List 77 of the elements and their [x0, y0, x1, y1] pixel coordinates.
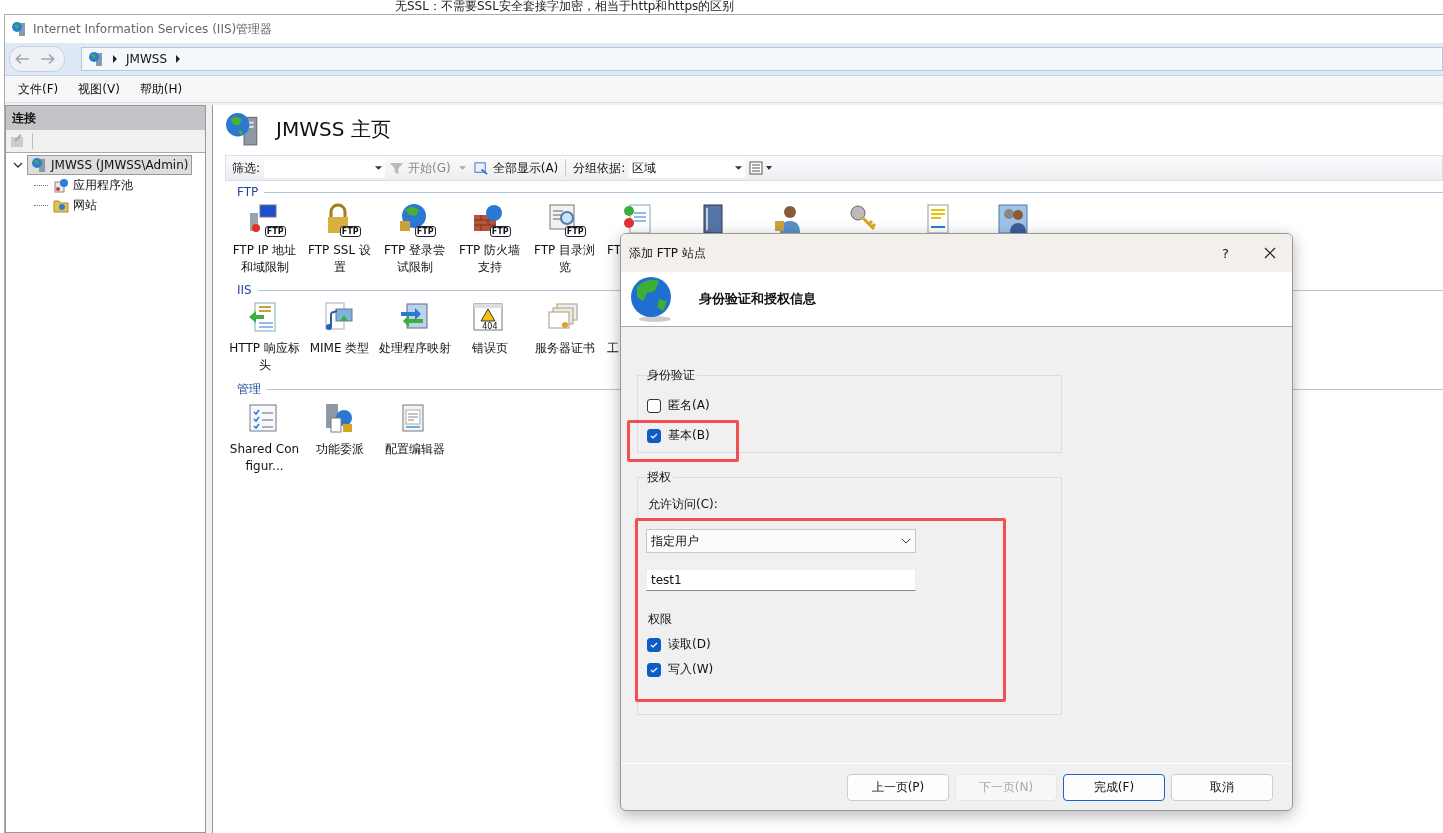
window-title: Internet Information Services (IIS)管理器 [33, 20, 273, 38]
feature-label[interactable]: Shared Configur... [228, 441, 301, 475]
chevron-down-icon[interactable] [901, 538, 911, 544]
group-label: 身份验证 [646, 367, 696, 384]
tree-item[interactable]: 网站 [50, 195, 100, 215]
tree-item[interactable]: JMWSS (JMWSS\Admin) [27, 155, 193, 175]
icon-caption: FTP [564, 226, 586, 237]
icon-caption: FTP [339, 226, 361, 237]
feature-label[interactable]: 处理程序映射 [378, 340, 451, 357]
filter-label: 筛选: [232, 159, 261, 177]
checkbox[interactable] [647, 398, 661, 413]
feature-label[interactable]: HTTP 响应标头 [228, 340, 301, 374]
feature-label[interactable]: 服务器证书 [528, 340, 601, 357]
folder-icon [53, 197, 69, 213]
feature-label[interactable]: 错误页 [453, 340, 526, 357]
checkbox-label[interactable]: 匿名(A) [668, 397, 710, 414]
dialog-button[interactable]: 上一页(P) [847, 773, 949, 801]
feature-label[interactable]: FTP IP 地址和域限制 [228, 242, 301, 276]
breadcrumb[interactable]: JMWSS [126, 52, 167, 66]
dropdown-arrow-icon[interactable] [735, 166, 743, 170]
view-icon[interactable] [749, 161, 774, 175]
server-icon [88, 51, 104, 67]
dropdown-arrow-icon[interactable] [375, 166, 383, 170]
server-icon [11, 21, 27, 37]
warning-icon[interactable] [471, 301, 504, 333]
menu-item[interactable]: 文件(F) [18, 80, 59, 98]
checkbox[interactable] [647, 662, 661, 677]
group-heading: IIS [237, 283, 252, 297]
feature-label[interactable]: FTP 登录尝试限制 [378, 242, 451, 276]
menu-item[interactable]: 视图(V) [78, 80, 120, 98]
group-by-select[interactable]: 区域 [629, 158, 746, 178]
icon-caption: FTP [414, 226, 436, 237]
panel-header: 连接 [6, 106, 205, 130]
filter-field[interactable] [264, 158, 386, 178]
checkbox[interactable] [647, 428, 661, 443]
expand-chevron-icon[interactable] [13, 160, 23, 170]
show-all-icon[interactable] [473, 160, 489, 176]
chevron-icon [112, 55, 118, 63]
field-label: 允许访问(C): [648, 496, 719, 513]
access-select[interactable]: 指定用户 [646, 529, 916, 553]
chevron-icon [175, 55, 181, 63]
dialog-button[interactable]: 完成(F) [1063, 773, 1165, 801]
icon-caption: FTP [489, 226, 511, 237]
icon-caption: FTP [264, 226, 286, 237]
page-title: JMWSS 主页 [276, 115, 391, 143]
group-label: 授权 [646, 469, 672, 486]
field-label: 权限 [647, 611, 673, 628]
feature-label[interactable]: FTP 目录浏览 [528, 242, 601, 276]
user-field[interactable]: test1 [646, 569, 916, 591]
dialog-title: 添加 FTP 站点 [629, 244, 707, 262]
group-heading: 管理 [237, 381, 261, 398]
feature-label[interactable]: MIME 类型 [303, 340, 376, 357]
checkbox-label[interactable]: 读取(D) [668, 636, 711, 653]
document-icon[interactable] [621, 203, 654, 235]
icon-caption: 404 [481, 322, 499, 331]
tree-item[interactable]: 应用程序池 [50, 175, 136, 195]
dialog-heading: 身份验证和授权信息 [699, 290, 816, 308]
feature-label[interactable]: FTP 防火墙支持 [453, 242, 526, 276]
people-icon[interactable] [996, 203, 1029, 235]
server-icon [31, 157, 47, 173]
feature-label[interactable]: 功能委派 [303, 441, 376, 458]
note-text: 无SSL：不需要SSL安全套接字加密，相当于http和https的区别 [395, 0, 735, 14]
checkbox-label[interactable]: 写入(W) [668, 661, 714, 678]
checkbox-label[interactable]: 基本(B) [668, 427, 710, 444]
application-pool-icon [53, 177, 69, 193]
show-all-button[interactable]: 全部显示(A) [492, 159, 559, 177]
close-icon[interactable] [1264, 247, 1276, 259]
dialog-button[interactable]: 取消 [1171, 773, 1273, 801]
help-button[interactable]: ? [1222, 245, 1229, 261]
menu-item[interactable]: 帮助(H) [139, 80, 183, 98]
group-by-label: 分组依据: [573, 159, 626, 177]
checkbox[interactable] [647, 637, 661, 652]
checklist-icon[interactable] [246, 402, 279, 434]
feature-label[interactable]: FTP SSL 设置 [303, 242, 376, 276]
feature-label[interactable]: 配置编辑器 [378, 441, 451, 458]
group-heading: FTP [237, 185, 259, 199]
address-bar[interactable]: JMWSS [81, 47, 1443, 71]
